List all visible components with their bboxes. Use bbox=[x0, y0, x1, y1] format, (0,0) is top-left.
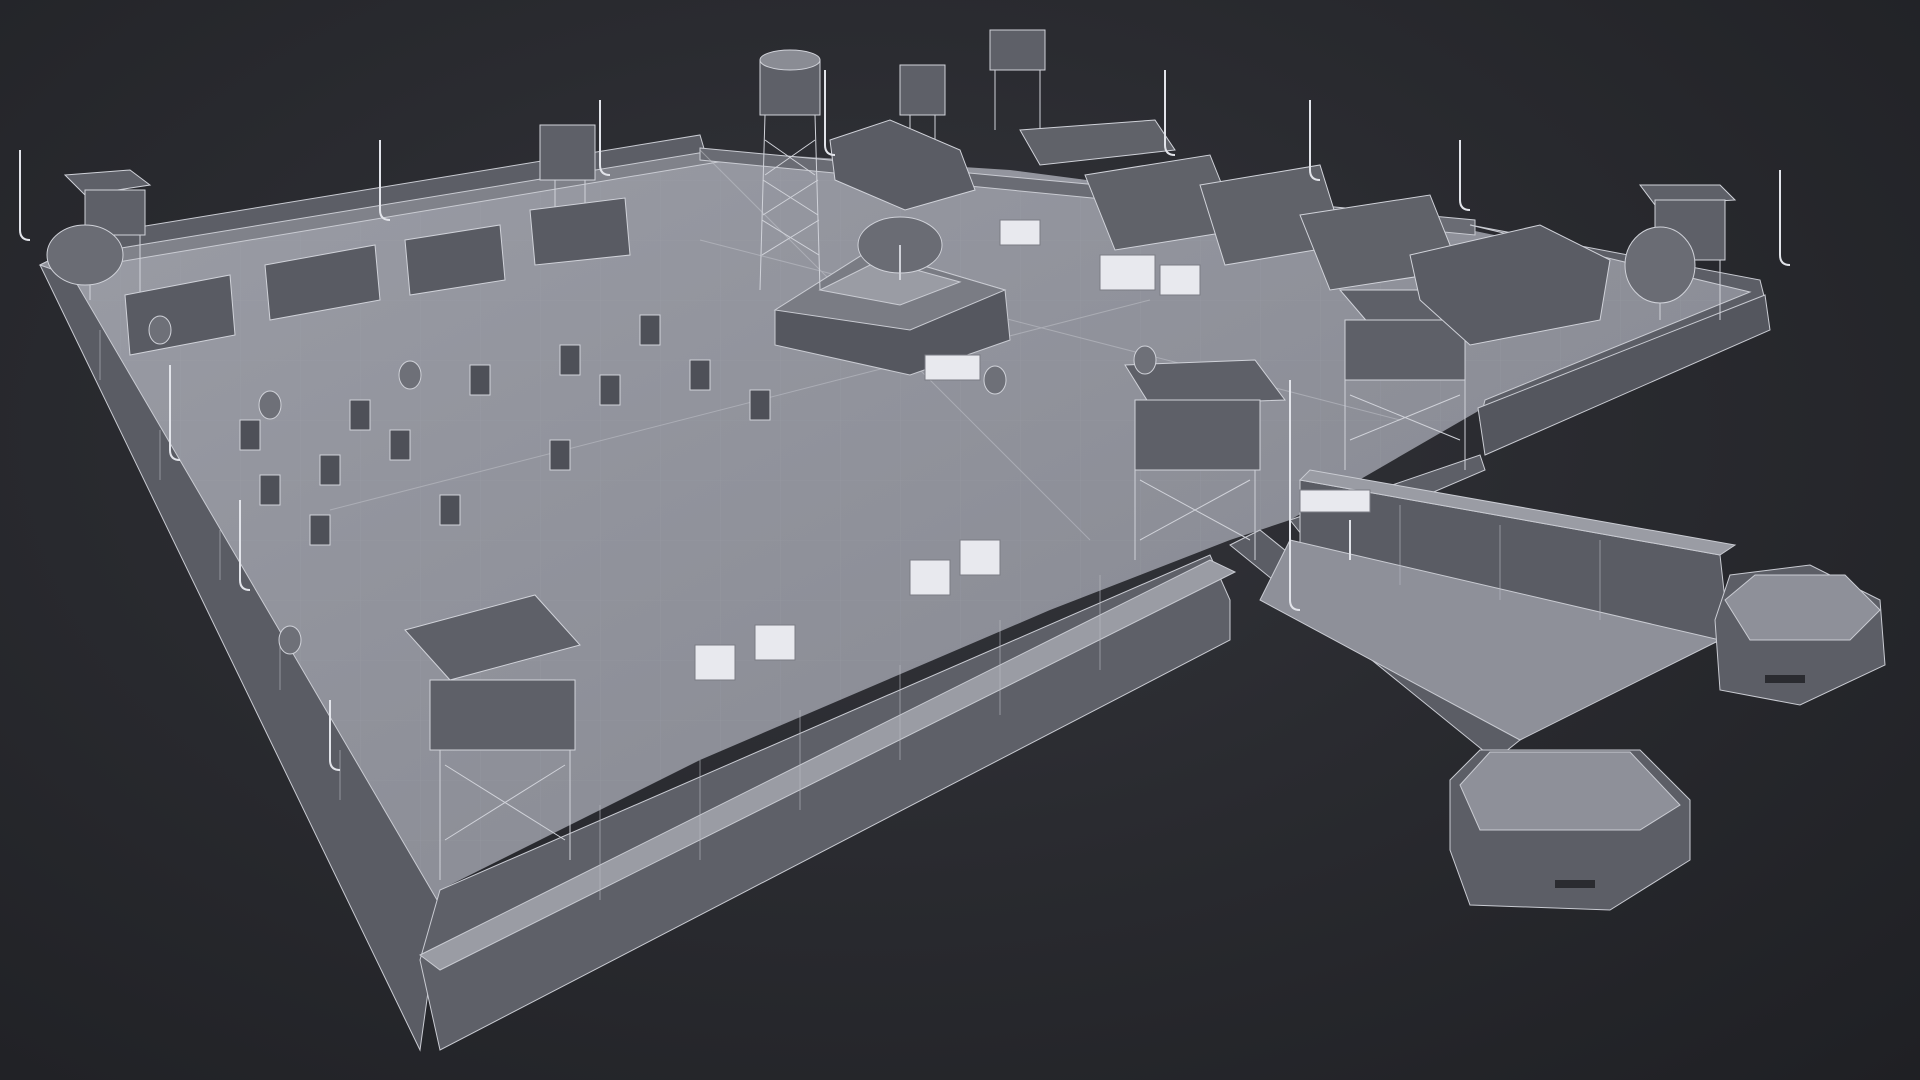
render-viewport bbox=[0, 0, 1920, 1080]
watchtower-back-center bbox=[989, 29, 1046, 130]
hangar-1 bbox=[1019, 119, 1176, 166]
pillbox-bottom bbox=[1449, 749, 1691, 911]
pillbox-right bbox=[1714, 564, 1886, 706]
radar-dish-right bbox=[1624, 226, 1696, 304]
military-base-scene bbox=[19, 29, 1886, 1052]
radar-dish-left bbox=[46, 224, 124, 286]
